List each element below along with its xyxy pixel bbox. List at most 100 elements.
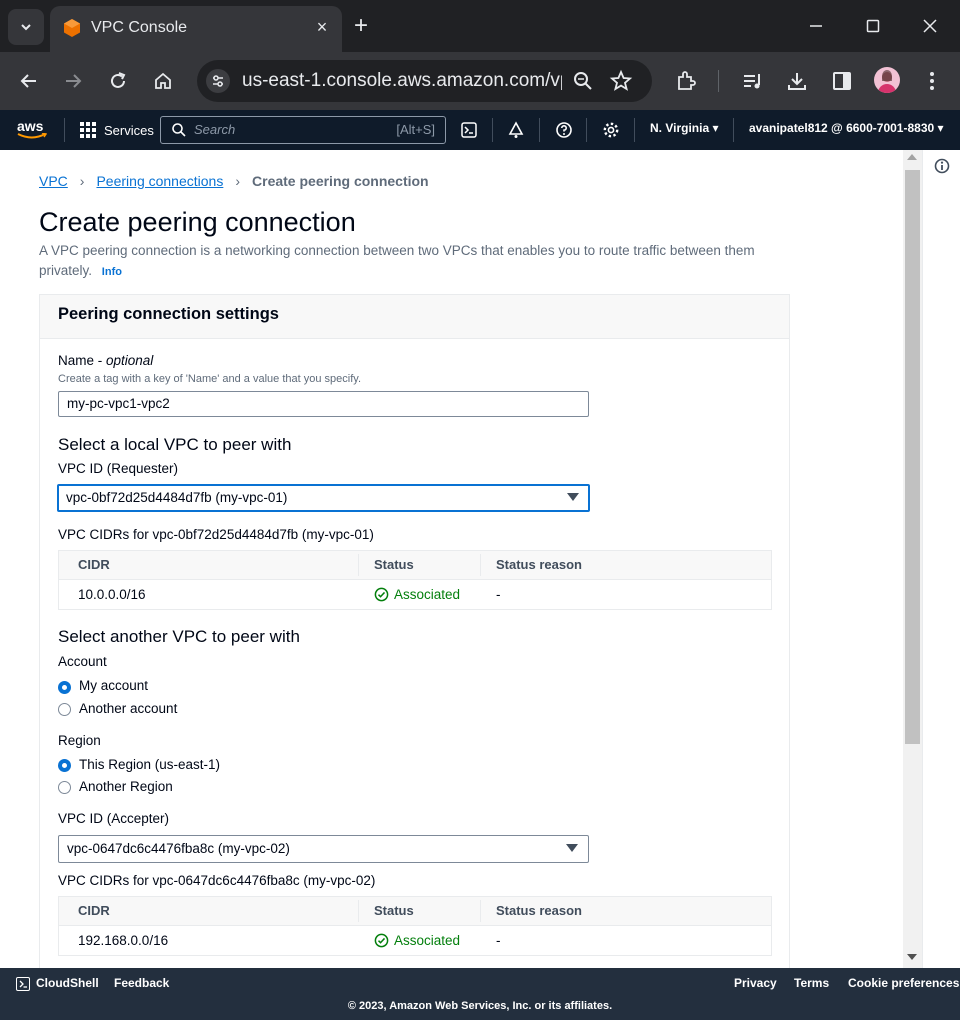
window-close-icon[interactable]: [918, 14, 942, 38]
footer-terms-link[interactable]: Terms: [794, 976, 829, 990]
footer-cloudshell-link[interactable]: CloudShell: [36, 976, 99, 990]
panel-title: Peering connection settings: [58, 305, 279, 323]
zoom-icon[interactable]: [571, 69, 595, 93]
address-bar[interactable]: us-east-1.console.aws.amazon.com/vpc...: [197, 60, 652, 102]
column-header-cidr: CIDR: [78, 557, 110, 572]
services-label: Services: [104, 122, 154, 138]
maximize-icon[interactable]: [861, 14, 885, 38]
services-menu-button[interactable]: Services: [80, 119, 154, 141]
column-divider: [358, 554, 359, 576]
browser-tab-bar: VPC Console × +: [0, 0, 960, 52]
accepter-cidr-title: VPC CIDRs for vpc-0647dc6c4476fba8c (my-…: [58, 873, 376, 888]
cloudshell-footer-icon[interactable]: [16, 977, 30, 991]
peering-settings-panel: Peering connection settings Name - optio…: [39, 294, 790, 968]
breadcrumb-current: Create peering connection: [252, 173, 429, 189]
radio-another-region[interactable]: [58, 781, 71, 794]
help-icon[interactable]: [554, 120, 574, 140]
scroll-up-arrow-icon[interactable]: [907, 154, 917, 160]
search-shortcut: [Alt+S]: [396, 122, 435, 137]
cloudshell-icon[interactable]: [459, 120, 479, 140]
caret-down-icon: [566, 844, 578, 852]
breadcrumb: VPC › Peering connections › Create peeri…: [39, 173, 429, 189]
home-icon[interactable]: [151, 69, 175, 93]
status-cell: Associated: [374, 933, 460, 948]
tab-close-icon[interactable]: ×: [312, 17, 332, 37]
radio-label-another-account[interactable]: Another account: [79, 701, 177, 716]
page-scrollbar[interactable]: [903, 150, 922, 968]
column-header-cidr: CIDR: [78, 903, 110, 918]
radio-label-this-region[interactable]: This Region (us-east-1): [79, 757, 220, 772]
footer-copyright: © 2023, Amazon Web Services, Inc. or its…: [347, 1000, 613, 1012]
name-input[interactable]: my-pc-vpc1-vpc2: [58, 391, 589, 417]
accepter-vpc-select[interactable]: vpc-0647dc6c4476fba8c (my-vpc-02): [58, 835, 589, 863]
side-panel-icon[interactable]: [830, 69, 854, 93]
info-icon[interactable]: [934, 158, 950, 174]
profile-avatar[interactable]: [874, 67, 900, 93]
search-placeholder: Search: [194, 122, 236, 137]
chevron-right-icon: ›: [235, 173, 241, 189]
tab-search-button[interactable]: [8, 9, 44, 45]
status-reason-cell: -: [496, 587, 501, 602]
search-icon: [172, 123, 186, 137]
account-menu[interactable]: avanipatel812 @ 6600-7001-8830 ▾: [749, 121, 944, 135]
requester-label: VPC ID (Requester): [58, 461, 179, 476]
nav-divider: [64, 118, 65, 142]
requester-vpc-select[interactable]: vpc-0bf72d25d4484d7fb (my-vpc-01): [57, 484, 590, 512]
breadcrumb-vpc-link[interactable]: VPC: [39, 173, 68, 189]
local-vpc-heading: Select a local VPC to peer with: [58, 435, 292, 454]
accepter-cidr-table: CIDR Status Status reason 192.168.0.0/16…: [58, 896, 772, 956]
settings-gear-icon[interactable]: [601, 120, 621, 140]
table-header: CIDR Status Status reason: [59, 551, 771, 580]
nav-divider: [586, 118, 587, 142]
footer-cookie-preferences-link[interactable]: Cookie preferences: [848, 976, 959, 990]
reload-icon[interactable]: [106, 69, 130, 93]
footer-privacy-link[interactable]: Privacy: [734, 976, 777, 990]
site-settings-icon[interactable]: [206, 69, 230, 93]
requester-cidr-table: CIDR Status Status reason 10.0.0.0/16 As…: [58, 550, 772, 610]
new-tab-button[interactable]: +: [354, 14, 368, 38]
extensions-icon[interactable]: [674, 69, 698, 93]
minimize-icon[interactable]: [804, 14, 828, 38]
scrollbar-thumb[interactable]: [905, 170, 920, 744]
back-icon[interactable]: [17, 69, 41, 93]
status-text: Associated: [394, 933, 461, 948]
forward-icon[interactable]: [61, 69, 85, 93]
notifications-icon[interactable]: [506, 120, 526, 140]
footer-feedback-link[interactable]: Feedback: [114, 976, 169, 990]
caret-down-icon: [567, 493, 579, 501]
grid-icon: [80, 122, 96, 138]
browser-tab[interactable]: VPC Console ×: [50, 6, 342, 52]
page-description: A VPC peering connection is a networking…: [39, 241, 799, 282]
browser-menu-icon[interactable]: [920, 69, 944, 93]
column-header-status: Status: [374, 557, 414, 572]
url-text[interactable]: us-east-1.console.aws.amazon.com/vpc...: [242, 70, 562, 92]
region-selector[interactable]: N. Virginia ▾: [650, 121, 718, 135]
media-controls-icon[interactable]: [741, 69, 765, 93]
console-search-input[interactable]: Search [Alt+S]: [160, 116, 446, 144]
requester-cidr-title: VPC CIDRs for vpc-0bf72d25d4484d7fb (my-…: [58, 527, 374, 542]
radio-another-account[interactable]: [58, 703, 71, 716]
success-check-icon: [374, 587, 389, 602]
main-content: VPC › Peering connections › Create peeri…: [0, 150, 922, 968]
bookmark-star-icon[interactable]: [609, 69, 633, 93]
nav-divider: [733, 118, 734, 142]
radio-my-account[interactable]: [58, 681, 71, 694]
page-description-text: A VPC peering connection is a networking…: [39, 243, 755, 278]
nav-divider: [492, 118, 493, 142]
toolbar-divider: [718, 70, 719, 92]
aws-logo[interactable]: aws: [17, 118, 49, 140]
info-link[interactable]: Info: [102, 266, 122, 278]
status-cell: Associated: [374, 587, 460, 602]
browser-toolbar: us-east-1.console.aws.amazon.com/vpc...: [0, 52, 960, 110]
another-vpc-heading: Select another VPC to peer with: [58, 627, 300, 646]
scroll-down-arrow-icon[interactable]: [907, 954, 917, 960]
nav-divider: [539, 118, 540, 142]
radio-this-region[interactable]: [58, 759, 71, 772]
radio-label-another-region[interactable]: Another Region: [79, 779, 173, 794]
radio-label-my-account[interactable]: My account: [79, 678, 148, 693]
requester-vpc-value: vpc-0bf72d25d4484d7fb (my-vpc-01): [66, 490, 288, 505]
region-label: Region: [58, 733, 101, 748]
download-icon[interactable]: [785, 69, 809, 93]
breadcrumb-peering-connections-link[interactable]: Peering connections: [96, 173, 223, 189]
panel-header: Peering connection settings: [40, 295, 789, 339]
